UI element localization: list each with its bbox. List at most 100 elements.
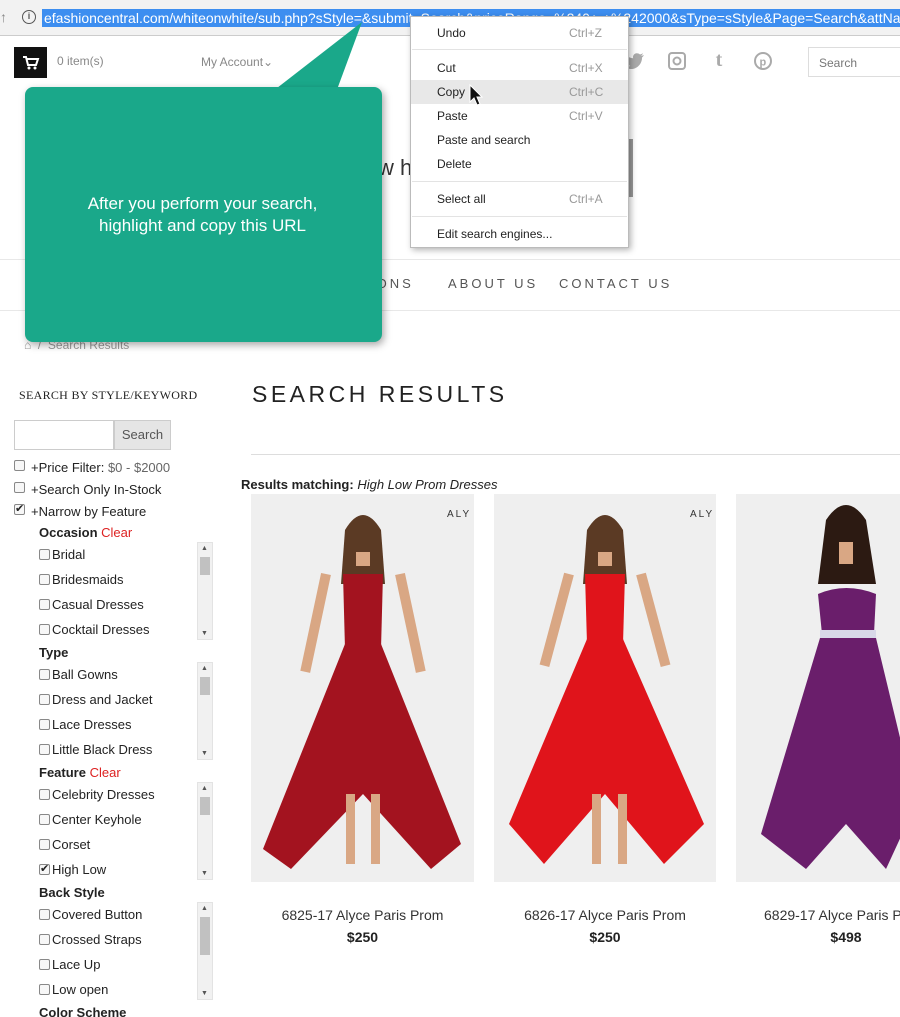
menu-item-copy[interactable]: Copy Ctrl+C (411, 80, 628, 104)
product-image-1[interactable]: ALY (251, 494, 474, 882)
narrow-feature-checkbox[interactable] (14, 502, 25, 515)
scroll-down-icon[interactable]: ▼ (201, 750, 208, 757)
option-cocktail-dresses[interactable]: Cocktail Dresses (39, 622, 150, 637)
pinterest-icon[interactable]: p (752, 52, 774, 75)
option-crossed-straps[interactable]: Crossed Straps (39, 932, 142, 947)
option-bridesmaids[interactable]: Bridesmaids (39, 572, 124, 587)
checkbox[interactable] (39, 814, 50, 825)
header-search-input[interactable]: Search (808, 47, 900, 77)
checkbox[interactable] (39, 549, 50, 560)
clear-occasion-link[interactable]: Clear (101, 525, 132, 540)
keyword-search-input[interactable] (14, 420, 114, 450)
nav-item-about-us[interactable]: ABOUT US (448, 276, 538, 291)
menu-item-delete[interactable]: Delete (411, 152, 628, 176)
in-stock-checkbox[interactable] (14, 482, 25, 493)
product-name-2[interactable]: 6826-17 Alyce Paris Prom (494, 907, 716, 923)
instagram-icon[interactable] (666, 52, 688, 75)
option-center-keyhole[interactable]: Center Keyhole (39, 812, 142, 827)
menu-item-paste[interactable]: Paste Ctrl+V (411, 104, 628, 128)
checkbox[interactable] (39, 624, 50, 635)
option-label: Cocktail Dresses (52, 622, 150, 637)
tumblr-icon[interactable]: t (708, 49, 730, 72)
menu-shortcut: Ctrl+V (569, 109, 603, 123)
option-lace-dresses[interactable]: Lace Dresses (39, 717, 131, 732)
scroll-down-icon[interactable]: ▼ (201, 990, 208, 997)
scroll-up-icon[interactable]: ▲ (201, 665, 208, 672)
checkbox[interactable] (39, 934, 50, 945)
product-name-1[interactable]: 6825-17 Alyce Paris Prom (251, 907, 474, 923)
my-account-menu[interactable]: My Account⌄ (201, 55, 273, 69)
option-high-low[interactable]: High Low (39, 862, 106, 877)
menu-shortcut: Ctrl+Z (569, 26, 602, 40)
feature-scrollbar[interactable]: ▲ ▼ (197, 782, 213, 880)
menu-item-select-all[interactable]: Select all Ctrl+A (411, 187, 628, 211)
dress-figure (263, 515, 461, 869)
option-casual-dresses[interactable]: Casual Dresses (39, 597, 144, 612)
keyword-search-button[interactable]: Search (114, 420, 171, 450)
option-little-black-dress[interactable]: Little Black Dress (39, 742, 152, 757)
option-corset[interactable]: Corset (39, 837, 90, 852)
cart-count: 0 item(s) (57, 54, 104, 68)
checkbox[interactable] (39, 959, 50, 970)
checkbox[interactable] (39, 669, 50, 680)
option-bridal[interactable]: Bridal (39, 547, 85, 562)
menu-item-edit-search-engines[interactable]: Edit search engines... (411, 222, 628, 246)
checkbox[interactable] (39, 909, 50, 920)
feature-title: Feature (39, 765, 86, 780)
checkbox[interactable] (39, 984, 50, 995)
product-image-3[interactable] (736, 494, 900, 882)
scroll-up-icon[interactable]: ▲ (201, 545, 208, 552)
cart-button[interactable] (14, 47, 47, 78)
option-ball-gowns[interactable]: Ball Gowns (39, 667, 118, 682)
checkbox[interactable] (39, 599, 50, 610)
menu-label: Paste and search (437, 133, 531, 147)
option-label: Covered Button (52, 907, 143, 922)
chevron-down-icon: ⌄ (263, 55, 274, 69)
scroll-down-icon[interactable]: ▼ (201, 630, 208, 637)
checkbox[interactable] (39, 744, 50, 755)
menu-item-paste-and-search[interactable]: Paste and search (411, 128, 628, 152)
option-covered-button[interactable]: Covered Button (39, 907, 142, 922)
option-label: Little Black Dress (52, 742, 153, 757)
menu-item-cut[interactable]: Cut Ctrl+X (411, 56, 628, 80)
option-celebrity-dresses[interactable]: Celebrity Dresses (39, 787, 155, 802)
price-filter-checkbox[interactable] (14, 460, 25, 471)
checkbox[interactable] (39, 719, 50, 730)
menu-item-undo[interactable]: Undo Ctrl+Z (411, 21, 628, 45)
option-label: Lace Dresses (52, 717, 132, 732)
option-lace-up[interactable]: Lace Up (39, 957, 100, 972)
product-price-2: $250 (589, 929, 621, 945)
nav-item-contact-us[interactable]: CONTACT US (559, 276, 672, 291)
option-low-open[interactable]: Low open (39, 982, 108, 997)
info-icon[interactable]: i (22, 10, 36, 24)
checkbox[interactable] (39, 694, 50, 705)
checkbox-checked[interactable] (39, 862, 50, 875)
checkbox[interactable] (39, 789, 50, 800)
option-label: Lace Up (52, 957, 101, 972)
checkbox[interactable] (39, 574, 50, 585)
brand-logo: ALY (690, 509, 715, 520)
option-label: Low open (52, 982, 109, 997)
back-arrow-icon[interactable]: ↑ (0, 6, 12, 28)
option-label: Bridal (52, 547, 86, 562)
price-filter-label: +Price Filter: (31, 460, 105, 475)
scroll-up-icon[interactable]: ▲ (201, 785, 208, 792)
product-image-2[interactable]: ALY (494, 494, 716, 882)
group-title-feature: Feature Clear (39, 765, 121, 780)
checkbox[interactable] (39, 839, 50, 850)
type-scrollbar[interactable]: ▲ ▼ (197, 662, 213, 760)
option-label: Dress and Jacket (52, 692, 153, 707)
clear-feature-link[interactable]: Clear (90, 765, 121, 780)
option-dress-and-jacket[interactable]: Dress and Jacket (39, 692, 152, 707)
page-title: SEARCH RESULTS (252, 381, 508, 407)
product-name-3[interactable]: 6829-17 Alyce Paris P (764, 907, 900, 923)
my-account-label: My Account (201, 55, 264, 69)
scroll-up-icon[interactable]: ▲ (201, 905, 208, 912)
occasion-scrollbar[interactable]: ▲ ▼ (197, 542, 213, 640)
dress-figure (761, 505, 900, 869)
back-style-scrollbar[interactable]: ▲ ▼ (197, 902, 213, 1000)
context-menu: Undo Ctrl+Z Cut Ctrl+X Copy Ctrl+C Paste Ctr… (410, 16, 629, 248)
product-price-1: $250 (346, 929, 379, 945)
scroll-down-icon[interactable]: ▼ (201, 870, 208, 877)
mouse-cursor-icon (469, 84, 483, 106)
